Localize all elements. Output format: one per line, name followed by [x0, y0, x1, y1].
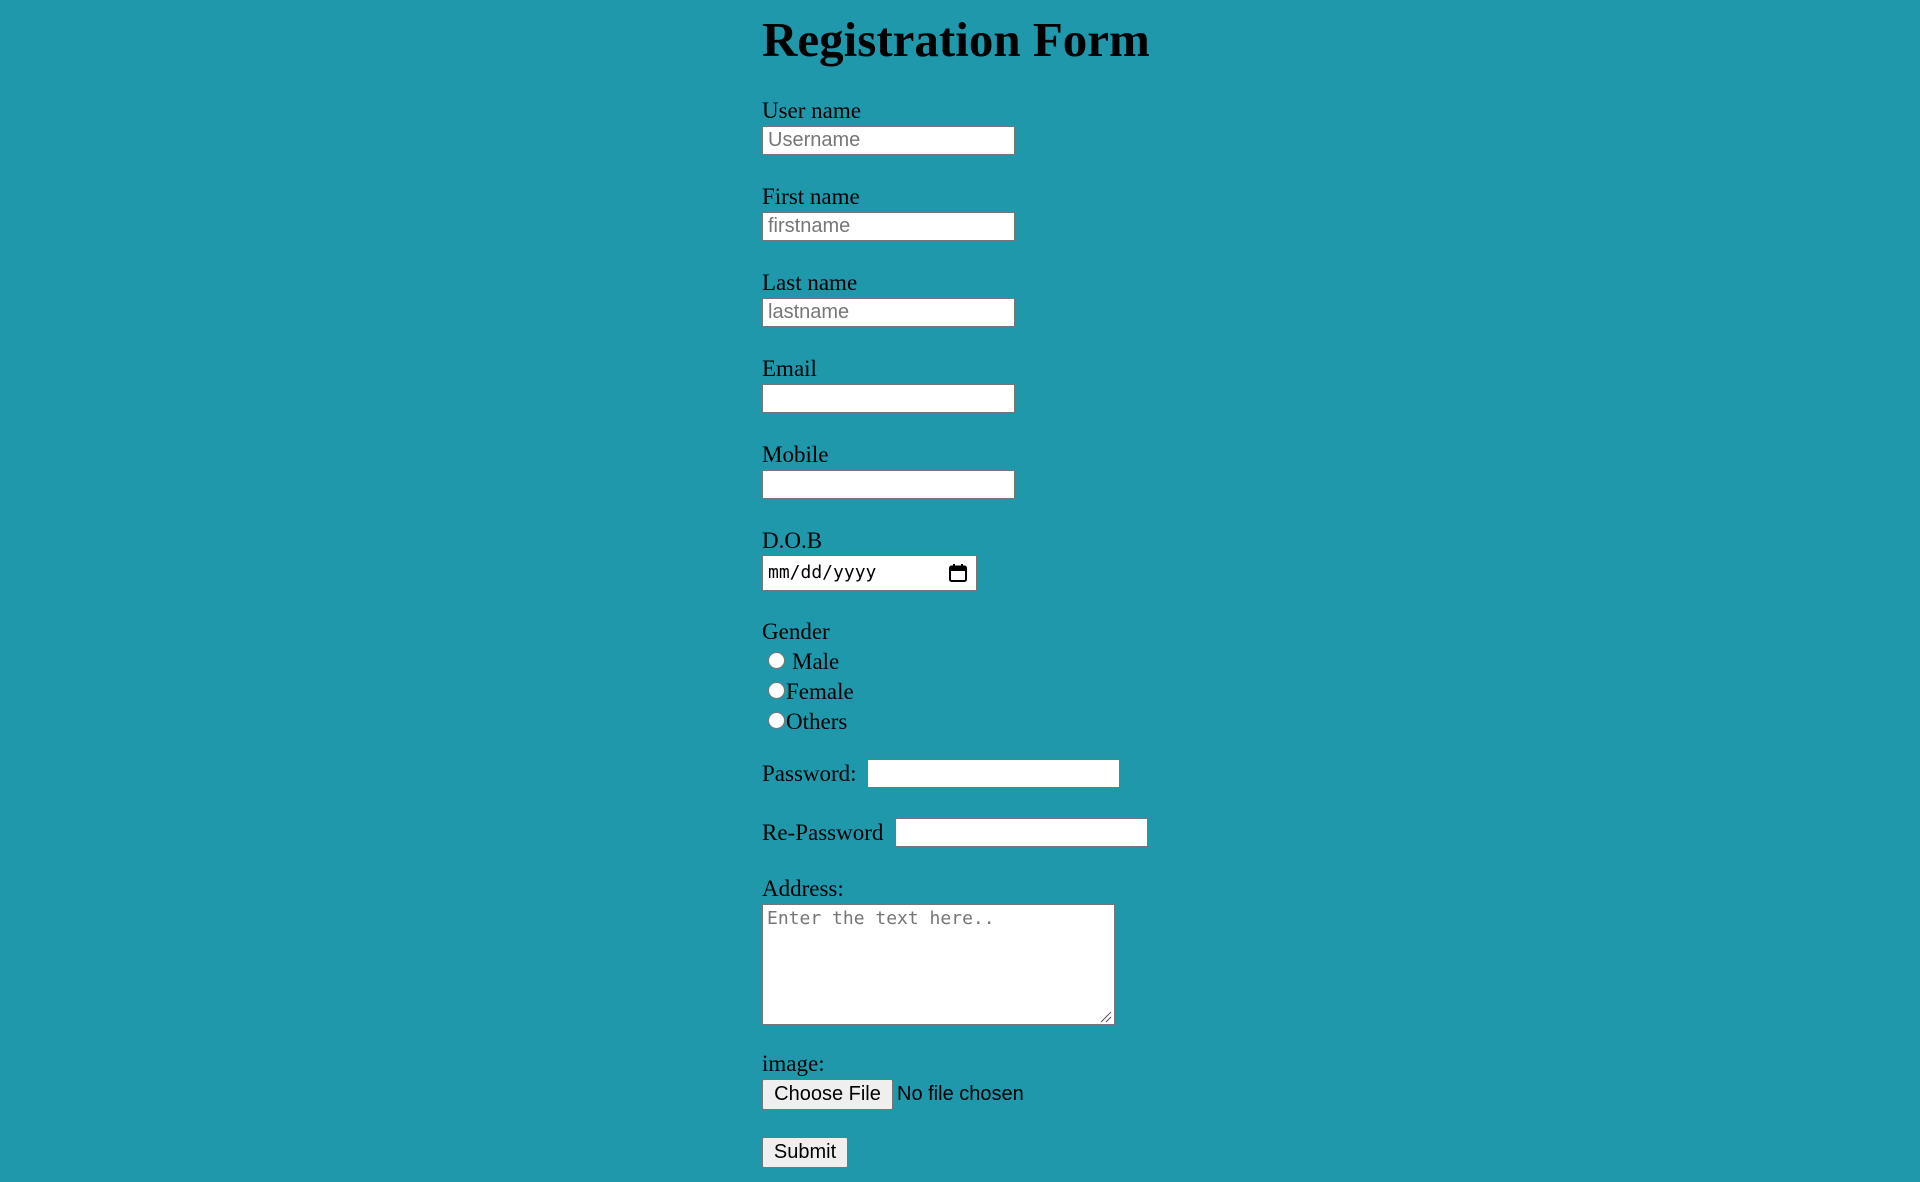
gender-label: Gender: [762, 619, 830, 644]
username-label: User name: [762, 98, 861, 123]
dob-date-input[interactable]: mm/dd/yyyy: [762, 555, 977, 591]
lastname-input[interactable]: [762, 298, 1015, 327]
page-title: Registration Form: [762, 12, 1150, 67]
password-label: Password:: [762, 761, 857, 786]
choose-file-button[interactable]: Choose File: [762, 1079, 893, 1110]
others-radio[interactable]: [768, 712, 785, 729]
female-radio[interactable]: [768, 682, 785, 699]
file-status-text: No file chosen: [897, 1083, 1024, 1105]
dob-label: D.O.B: [762, 528, 823, 553]
male-radio[interactable]: [768, 652, 785, 669]
image-label: image:: [762, 1051, 825, 1076]
email-label: Email: [762, 356, 817, 381]
submit-button[interactable]: Submit: [762, 1137, 848, 1168]
female-label: Female: [786, 679, 854, 704]
email-input[interactable]: [762, 384, 1015, 413]
dob-format-text: mm/dd/yyyy: [768, 562, 877, 583]
male-label: Male: [792, 649, 840, 674]
address-textarea[interactable]: [762, 904, 1115, 1025]
resize-grip-icon[interactable]: [1100, 1011, 1112, 1023]
password-input[interactable]: [867, 759, 1120, 788]
others-label: Others: [786, 709, 848, 734]
mobile-input[interactable]: [762, 470, 1015, 499]
firstname-label: First name: [762, 184, 860, 209]
lastname-label: Last name: [762, 270, 858, 295]
repassword-input[interactable]: [895, 818, 1148, 847]
address-label: Address:: [762, 876, 844, 901]
mobile-label: Mobile: [762, 442, 829, 467]
firstname-input[interactable]: [762, 212, 1015, 241]
username-input[interactable]: [762, 126, 1015, 155]
repassword-label: Re-Password: [762, 820, 884, 845]
calendar-icon[interactable]: [948, 563, 968, 583]
